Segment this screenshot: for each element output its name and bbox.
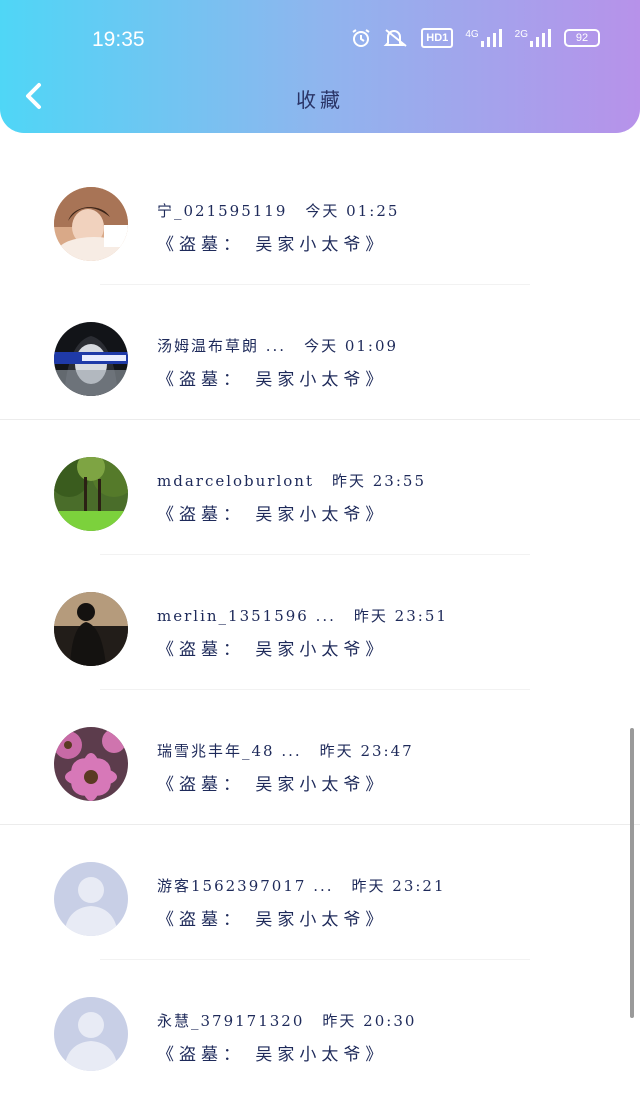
list-item[interactable]: 宁_021595119 今天 01:25 《盗墓： 吴家小太爷》 (0, 150, 640, 285)
status-time: 19:35 (92, 28, 145, 51)
item-name-line: 永慧_379171320 昨天 20:30 (157, 1010, 416, 1031)
list-item[interactable]: 瑞雪兆丰年_48 ... 昨天 23:47 《盗墓： 吴家小太爷》 (0, 690, 640, 825)
item-name: merlin_1351596 ... (157, 607, 336, 625)
default-avatar-icon (54, 862, 128, 936)
item-name-line: merlin_1351596 ... 昨天 23:51 (157, 605, 448, 626)
item-name: 游客1562397017 ... (157, 877, 334, 895)
item-book-title: 《盗墓： 吴家小太爷》 (157, 235, 388, 255)
avatar-photo-portrait (54, 322, 128, 396)
item-name-line: 汤姆温布草朗 ... 今天 01:09 (157, 335, 398, 356)
battery-icon: 92 (564, 29, 600, 47)
hd-badge: HD1 (421, 28, 454, 48)
item-name: 瑞雪兆丰年_48 ... (157, 742, 302, 760)
signal-4g-label: 4G (465, 29, 479, 40)
item-name: mdarceloburlont (157, 472, 314, 490)
item-date: 今天 01:25 (305, 202, 400, 220)
item-name: 宁_021595119 (157, 202, 288, 220)
scrollbar[interactable] (630, 728, 634, 1018)
page-title: 收藏 (296, 88, 344, 112)
signal-2g-label: 2G (514, 29, 528, 40)
status-bar: 19:35 HD1 4G 2G 92 (0, 0, 640, 80)
battery-level: 92 (575, 32, 589, 44)
status-icons: HD1 4G 2G 92 (351, 28, 600, 48)
item-name: 汤姆温布草朗 ... (157, 337, 287, 355)
item-date: 昨天 23:51 (353, 607, 448, 625)
item-book-title: 《盗墓： 吴家小太爷》 (157, 1045, 388, 1065)
item-date: 昨天 23:21 (351, 877, 446, 895)
item-name-line: 瑞雪兆丰年_48 ... 昨天 23:47 (157, 740, 414, 761)
avatar[interactable] (54, 187, 128, 261)
item-book-title: 《盗墓： 吴家小太爷》 (157, 370, 388, 390)
signal-2g-icon: 2G (515, 29, 552, 47)
item-book-title: 《盗墓： 吴家小太爷》 (157, 775, 388, 795)
avatar[interactable] (54, 997, 128, 1071)
avatar-photo-flower (54, 727, 128, 801)
avatar-photo-forest (54, 457, 128, 531)
default-avatar-icon (54, 997, 128, 1071)
signal-4g-icon: 4G (465, 29, 502, 47)
item-book-title: 《盗墓： 吴家小太爷》 (157, 910, 388, 930)
avatar-photo-girl (54, 187, 128, 261)
list-item[interactable]: merlin_1351596 ... 昨天 23:51 《盗墓： 吴家小太爷》 (0, 555, 640, 690)
favorites-list: 宁_021595119 今天 01:25 《盗墓： 吴家小太爷》 汤姆温布草朗 .… (0, 150, 640, 1095)
item-book-title: 《盗墓： 吴家小太爷》 (157, 640, 388, 660)
list-item[interactable]: 汤姆温布草朗 ... 今天 01:09 《盗墓： 吴家小太爷》 (0, 285, 640, 420)
header-bar: 19:35 HD1 4G 2G 92 收藏 (0, 0, 640, 133)
alarm-icon (351, 28, 371, 48)
avatar-photo-silhouette (54, 592, 128, 666)
avatar[interactable] (54, 592, 128, 666)
item-name: 永慧_379171320 (157, 1012, 305, 1030)
item-book-title: 《盗墓： 吴家小太爷》 (157, 505, 388, 525)
list-item[interactable]: mdarceloburlont 昨天 23:55 《盗墓： 吴家小太爷》 (0, 420, 640, 555)
item-date: 昨天 20:30 (322, 1012, 417, 1030)
item-date: 今天 01:09 (304, 337, 399, 355)
list-item[interactable]: 游客1562397017 ... 昨天 23:21 《盗墓： 吴家小太爷》 (0, 825, 640, 960)
item-name-line: 游客1562397017 ... 昨天 23:21 (157, 875, 446, 896)
mute-icon (383, 28, 409, 48)
avatar[interactable] (54, 862, 128, 936)
avatar[interactable] (54, 322, 128, 396)
list-item[interactable]: 永慧_379171320 昨天 20:30 《盗墓： 吴家小太爷》 (0, 960, 640, 1095)
item-name-line: mdarceloburlont 昨天 23:55 (157, 470, 426, 491)
avatar[interactable] (54, 457, 128, 531)
item-date: 昨天 23:47 (319, 742, 414, 760)
item-name-line: 宁_021595119 今天 01:25 (157, 200, 399, 221)
avatar[interactable] (54, 727, 128, 801)
item-date: 昨天 23:55 (332, 472, 426, 490)
